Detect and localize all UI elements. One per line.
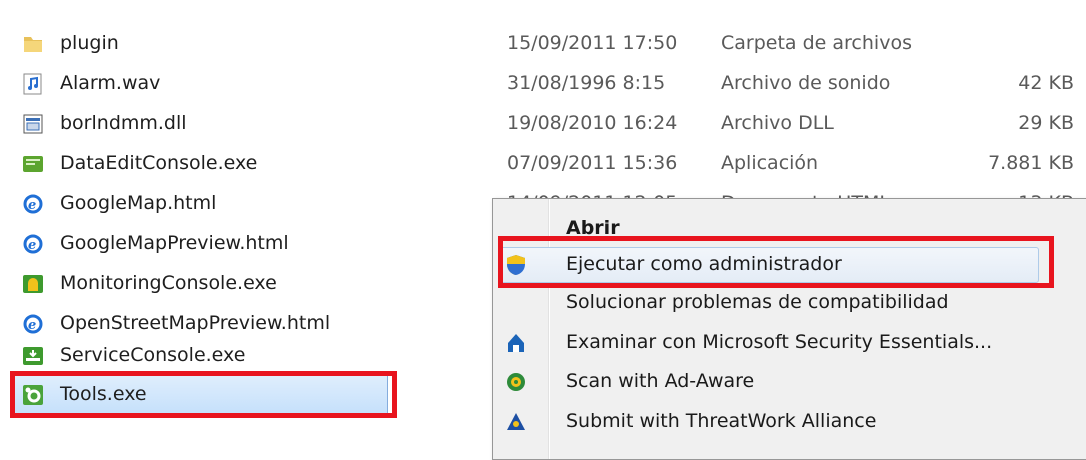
html-file-icon: e: [22, 193, 44, 215]
svg-text:e: e: [28, 238, 36, 253]
service-app-icon: [22, 345, 44, 367]
app-icon: [22, 153, 44, 175]
threatwork-icon: [505, 411, 527, 433]
file-date: 15/09/2011 17:50: [507, 32, 678, 54]
file-name: GoogleMapPreview.html: [60, 232, 289, 254]
file-date: 19/08/2010 16:24: [507, 112, 678, 134]
file-row-borlndmm[interactable]: borlndmm.dll 19/08/2010 16:24 Archivo DL…: [0, 104, 1086, 144]
dll-file-icon: [22, 113, 44, 135]
svg-text:e: e: [28, 318, 36, 333]
menu-item-label: Scan with Ad-Aware: [566, 370, 755, 392]
file-name: MonitoringConsole.exe: [60, 272, 277, 294]
menu-item-label: Examinar con Microsoft Security Essentia…: [566, 331, 993, 353]
html-file-icon: e: [22, 313, 44, 335]
file-name: borlndmm.dll: [60, 112, 187, 134]
file-type: Archivo de sonido: [721, 72, 891, 94]
file-type: Aplicación: [721, 152, 819, 174]
menu-item-security-essentials[interactable]: Examinar con Microsoft Security Essentia…: [493, 323, 1086, 363]
file-name: ServiceConsole.exe: [60, 344, 246, 366]
file-date: 31/08/1996 8:15: [507, 72, 666, 94]
ad-aware-icon: [505, 371, 527, 393]
file-size: 7.881 KB: [988, 152, 1074, 174]
file-type: Carpeta de archivos: [721, 32, 912, 54]
file-row-plugin[interactable]: plugin 15/09/2011 17:50 Carpeta de archi…: [0, 24, 1086, 64]
file-date: 07/09/2011 15:36: [507, 152, 678, 174]
file-size: 29 KB: [1018, 112, 1074, 134]
file-name: plugin: [60, 32, 119, 54]
file-row-dataeditconsole[interactable]: DataEditConsole.exe 07/09/2011 15:36 Apl…: [0, 144, 1086, 184]
file-name: Alarm.wav: [60, 72, 161, 94]
monitoring-app-icon: [22, 273, 44, 295]
folder-icon: [22, 33, 44, 55]
file-name: OpenStreetMapPreview.html: [60, 312, 331, 334]
menu-item-label: Solucionar problemas de compatibilidad: [566, 291, 949, 313]
security-essentials-icon: [505, 332, 527, 354]
annotation-highlight-menu-item: [498, 236, 1054, 288]
html-file-icon: e: [22, 233, 44, 255]
menu-item-label: Submit with ThreatWork Alliance: [566, 410, 877, 432]
svg-text:e: e: [28, 198, 36, 213]
file-type: Archivo DLL: [721, 112, 834, 134]
annotation-highlight-file: [10, 371, 397, 418]
file-row-alarm[interactable]: Alarm.wav 31/08/1996 8:15 Archivo de son…: [0, 64, 1086, 104]
audio-file-icon: [22, 73, 44, 95]
file-name: GoogleMap.html: [60, 192, 217, 214]
menu-item-compatibility[interactable]: Solucionar problemas de compatibilidad: [493, 283, 1086, 323]
file-size: 42 KB: [1018, 72, 1074, 94]
file-name: DataEditConsole.exe: [60, 152, 258, 174]
menu-item-ad-aware[interactable]: Scan with Ad-Aware: [493, 362, 1086, 402]
menu-item-threatwork[interactable]: Submit with ThreatWork Alliance: [493, 402, 1086, 442]
